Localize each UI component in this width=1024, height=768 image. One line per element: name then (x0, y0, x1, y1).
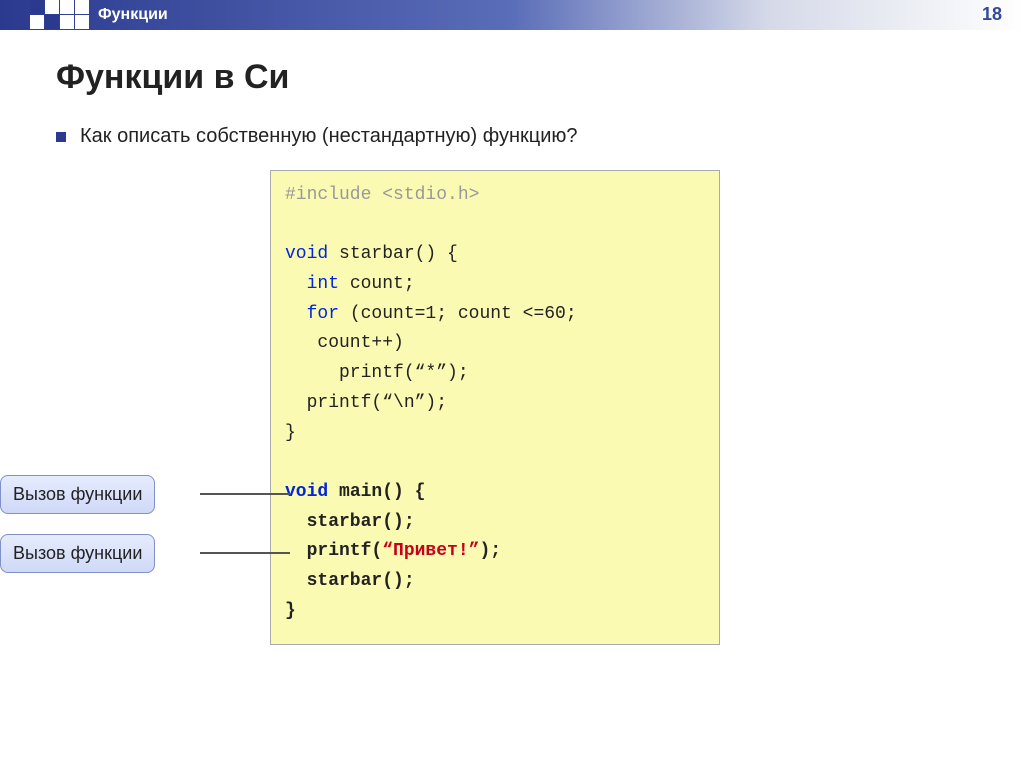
code-area: #include <stdio.h> void starbar() { int … (270, 170, 720, 645)
code-brace-close2: } (285, 601, 296, 621)
bullet-item: Как описать собственную (нестандартную) … (56, 125, 974, 148)
code-for-inc: count++) (285, 333, 404, 353)
code-kw-for: for (285, 304, 339, 324)
code-printf-star: printf(“*”); (285, 363, 469, 383)
code-printf-open: printf( (285, 541, 382, 561)
code-call-starbar1: starbar(); (285, 512, 415, 532)
code-fn-starbar: starbar() { (328, 244, 458, 264)
code-kw-void1: void (285, 244, 328, 264)
callout-function-call-1: Вызов функции (0, 475, 155, 514)
code-box: #include <stdio.h> void starbar() { int … (270, 170, 720, 645)
header-label: Функции (98, 6, 168, 24)
slide-body: Функции в Си Как описать собственную (не… (0, 30, 1024, 645)
bullet-text: Как описать собственную (нестандартную) … (80, 125, 578, 148)
code-fn-main: main() { (328, 482, 425, 502)
page-number: 18 (982, 4, 1002, 25)
code-include-hdr: <stdio.h> (371, 185, 479, 205)
code-printf-nl: printf(“\n”); (285, 393, 447, 413)
code-for-cond: (count=1; count <=60; (339, 304, 577, 324)
code-call-starbar2: starbar(); (285, 571, 415, 591)
slide-header: Функции 18 (0, 0, 1024, 30)
code-string-privet: “Привет!” (382, 541, 479, 561)
code-brace-close1: } (285, 423, 296, 443)
code-include-kw: #include (285, 185, 371, 205)
header-logo (30, 0, 90, 30)
callout-function-call-2: Вызов функции (0, 534, 155, 573)
connector-2 (200, 552, 290, 554)
connector-1 (200, 493, 290, 495)
code-printf-close: ); (479, 541, 501, 561)
code-decl-count: count; (339, 274, 415, 294)
code-kw-void2: void (285, 482, 328, 502)
bullet-icon (56, 132, 66, 142)
slide-title: Функции в Си (56, 58, 974, 97)
code-kw-int: int (285, 274, 339, 294)
